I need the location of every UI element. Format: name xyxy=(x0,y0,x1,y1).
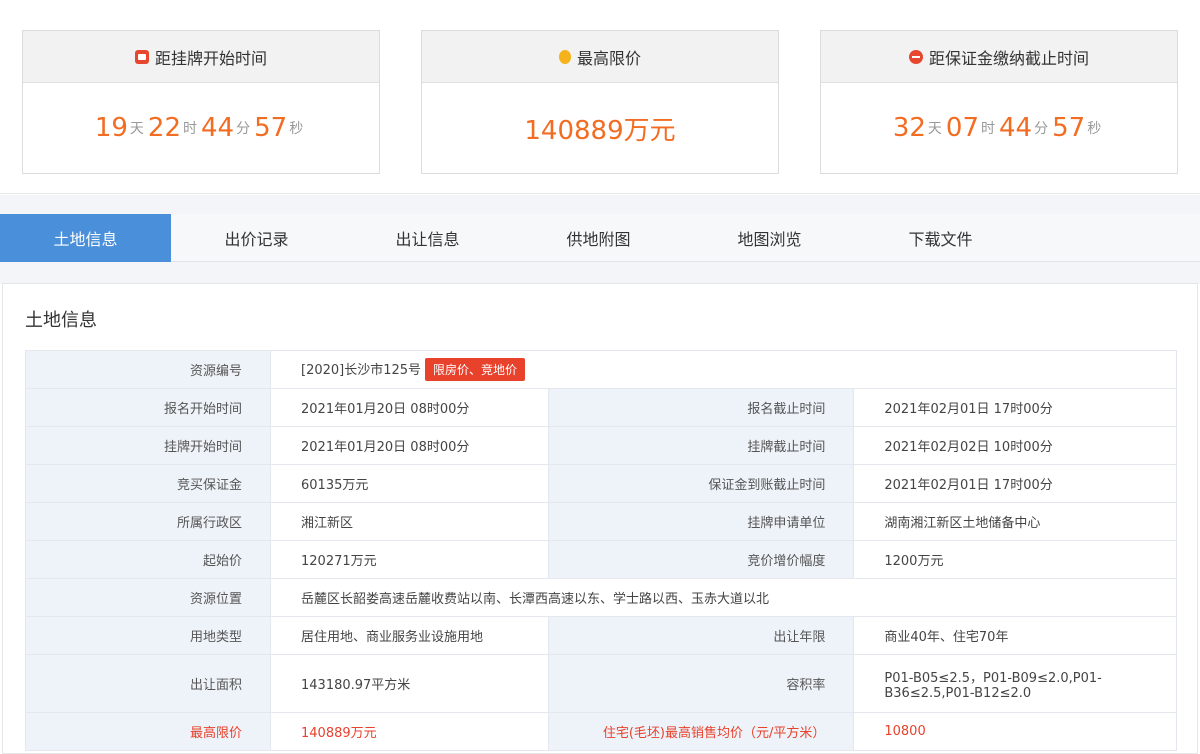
table-row: 报名开始时间 2021年01月20日 08时00分 报名截止时间 2021年02… xyxy=(25,388,1177,427)
table-row: 出让面积 143180.97平方米 容积率 P01-B05≤2.5，P01-B0… xyxy=(25,654,1177,713)
area-label: 出让面积 xyxy=(25,654,271,713)
land-info-panel: 土地信息 资源编号 [2020]长沙市125号 限房价、竞地价 报名开始时间 20… xyxy=(2,283,1198,754)
resource-no-value: [2020]长沙市125号 xyxy=(301,363,422,378)
reg-start-label: 报名开始时间 xyxy=(25,388,271,427)
area-value: 143180.97平方米 xyxy=(269,654,550,713)
table-row: 所属行政区 湘江新区 挂牌申请单位 湖南湘江新区土地储备中心 xyxy=(25,502,1177,541)
minutes-value: 44 xyxy=(201,113,235,143)
day-unit: 天 xyxy=(129,121,144,137)
minute-unit: 分 xyxy=(236,121,251,137)
increment-value: 1200万元 xyxy=(853,540,1177,579)
plot-ratio-line1: P01-B05≤2.5，P01-B09≤2.0,P01- xyxy=(884,670,1102,686)
table-row: 起始价 120271万元 竞价增价幅度 1200万元 xyxy=(25,540,1177,579)
plot-ratio-label: 容积率 xyxy=(548,654,855,713)
section-title: 土地信息 xyxy=(25,310,97,331)
listing-start-card-header: 距挂牌开始时间 xyxy=(23,31,379,83)
max-price-body: 140889万元 xyxy=(422,83,778,173)
days-value: 32 xyxy=(892,113,926,143)
day-unit: 天 xyxy=(927,121,942,137)
calendar-icon xyxy=(134,49,149,64)
listing-start-title: 距挂牌开始时间 xyxy=(154,48,267,68)
deposit-deadline-card: 距保证金缴纳截止时间 32 天 07 时 44 分 57 秒 xyxy=(820,30,1178,174)
start-price-value: 120271万元 xyxy=(269,540,550,579)
hours-value: 07 xyxy=(945,113,979,143)
tab-transfer-info[interactable]: 出让信息 xyxy=(342,214,513,262)
second-unit: 秒 xyxy=(289,121,304,137)
max-price-card: 最高限价 140889万元 xyxy=(421,30,779,174)
tab-bid-records[interactable]: 出价记录 xyxy=(171,214,342,262)
days-value: 19 xyxy=(94,113,128,143)
tab-download-files[interactable]: 下载文件 xyxy=(855,214,1026,262)
coin-icon xyxy=(558,49,571,64)
max-price-cell-value: 140889万元 xyxy=(269,712,550,751)
reg-start-value: 2021年01月20日 08时00分 xyxy=(269,388,550,427)
table-row: 用地类型 居住用地、商业服务业设施用地 出让年限 商业40年、住宅70年 xyxy=(25,616,1177,655)
list-end-value: 2021年02月02日 10时00分 xyxy=(853,426,1177,465)
land-use-value: 居住用地、商业服务业设施用地 xyxy=(269,616,550,655)
table-row: 挂牌开始时间 2021年01月20日 08时00分 挂牌截止时间 2021年02… xyxy=(25,426,1177,465)
location-value: 岳麓区长韶娄高速岳麓收费站以南、长潭西高速以东、学士路以西、玉赤大道以北 xyxy=(270,578,1177,617)
price-limit-badge: 限房价、竞地价 xyxy=(425,358,526,381)
plot-ratio-cell: P01-B05≤2.5，P01-B09≤2.0,P01- B36≤2.5,P01… xyxy=(853,654,1177,713)
hours-value: 22 xyxy=(147,113,181,143)
max-price-card-header: 最高限价 xyxy=(422,31,778,83)
max-price-label: 最高限价 xyxy=(25,712,271,751)
clock-icon xyxy=(908,49,923,64)
table-row: 最高限价 140889万元 住宅(毛坯)最高销售均价（元/平方米） 10800 xyxy=(25,712,1177,751)
hour-unit: 时 xyxy=(981,121,995,137)
applicant-unit-label: 挂牌申请单位 xyxy=(548,502,855,541)
tab-bar: 土地信息 出价记录 出让信息 供地附图 地图浏览 下载文件 xyxy=(0,214,1200,269)
land-info-table: 资源编号 [2020]长沙市125号 限房价、竞地价 报名开始时间 2021年01… xyxy=(25,350,1177,751)
start-price-label: 起始价 xyxy=(25,540,271,579)
increment-label: 竞价增价幅度 xyxy=(548,540,855,579)
term-value: 商业40年、住宅70年 xyxy=(853,616,1177,655)
tab-gap xyxy=(0,195,1200,215)
minute-unit: 分 xyxy=(1034,121,1049,137)
list-end-label: 挂牌截止时间 xyxy=(548,426,855,465)
deposit-deadline-label: 保证金到账截止时间 xyxy=(548,464,855,503)
list-start-value: 2021年01月20日 08时00分 xyxy=(269,426,550,465)
countdown-area: 距挂牌开始时间 19 天 22 时 44 分 57 秒 最高限价 140889万元 距保… xyxy=(0,0,1200,194)
table-row: 资源编号 [2020]长沙市125号 限房价、竞地价 xyxy=(25,350,1177,389)
deposit-value: 60135万元 xyxy=(269,464,550,503)
land-use-label: 用地类型 xyxy=(25,616,271,655)
deposit-deadline-value: 2021年02月01日 17时00分 xyxy=(853,464,1177,503)
district-value: 湘江新区 xyxy=(269,502,550,541)
max-price-title: 最高限价 xyxy=(576,48,641,68)
reg-end-label: 报名截止时间 xyxy=(548,388,855,427)
max-sale-price-value: 10800 xyxy=(853,712,1177,751)
location-label: 资源位置 xyxy=(25,578,271,617)
plot-ratio-line2: B36≤2.5,P01-B12≤2.0 xyxy=(884,685,1032,701)
tab-supply-maps[interactable]: 供地附图 xyxy=(513,214,684,262)
resource-no-cell: [2020]长沙市125号 限房价、竞地价 xyxy=(270,350,1177,389)
district-label: 所属行政区 xyxy=(25,502,271,541)
seconds-value: 57 xyxy=(254,113,288,143)
deposit-deadline-title: 距保证金缴纳截止时间 xyxy=(928,48,1089,68)
table-row: 资源位置 岳麓区长韶娄高速岳麓收费站以南、长潭西高速以东、学士路以西、玉赤大道以… xyxy=(25,578,1177,617)
deposit-deadline-timer: 32 天 07 时 44 分 57 秒 xyxy=(821,83,1177,173)
seconds-value: 57 xyxy=(1052,113,1086,143)
table-row: 竞买保证金 60135万元 保证金到账截止时间 2021年02月01日 17时0… xyxy=(25,464,1177,503)
term-label: 出让年限 xyxy=(548,616,855,655)
applicant-unit-value: 湖南湘江新区土地储备中心 xyxy=(853,502,1177,541)
deposit-deadline-card-header: 距保证金缴纳截止时间 xyxy=(821,31,1177,83)
resource-no-label: 资源编号 xyxy=(25,350,271,389)
reg-end-value: 2021年02月01日 17时00分 xyxy=(853,388,1177,427)
tab-land-info[interactable]: 土地信息 xyxy=(0,214,171,269)
list-start-label: 挂牌开始时间 xyxy=(25,426,271,465)
tab-under-gap xyxy=(0,262,1200,284)
hour-unit: 时 xyxy=(183,121,197,137)
max-price-value: 140889万元 xyxy=(524,115,676,146)
minutes-value: 44 xyxy=(999,113,1033,143)
second-unit: 秒 xyxy=(1087,121,1102,137)
max-sale-price-label: 住宅(毛坯)最高销售均价（元/平方米） xyxy=(548,712,855,751)
listing-start-card: 距挂牌开始时间 19 天 22 时 44 分 57 秒 xyxy=(22,30,380,174)
deposit-label: 竞买保证金 xyxy=(25,464,271,503)
listing-start-timer: 19 天 22 时 44 分 57 秒 xyxy=(23,83,379,173)
tab-map-view[interactable]: 地图浏览 xyxy=(684,214,855,262)
